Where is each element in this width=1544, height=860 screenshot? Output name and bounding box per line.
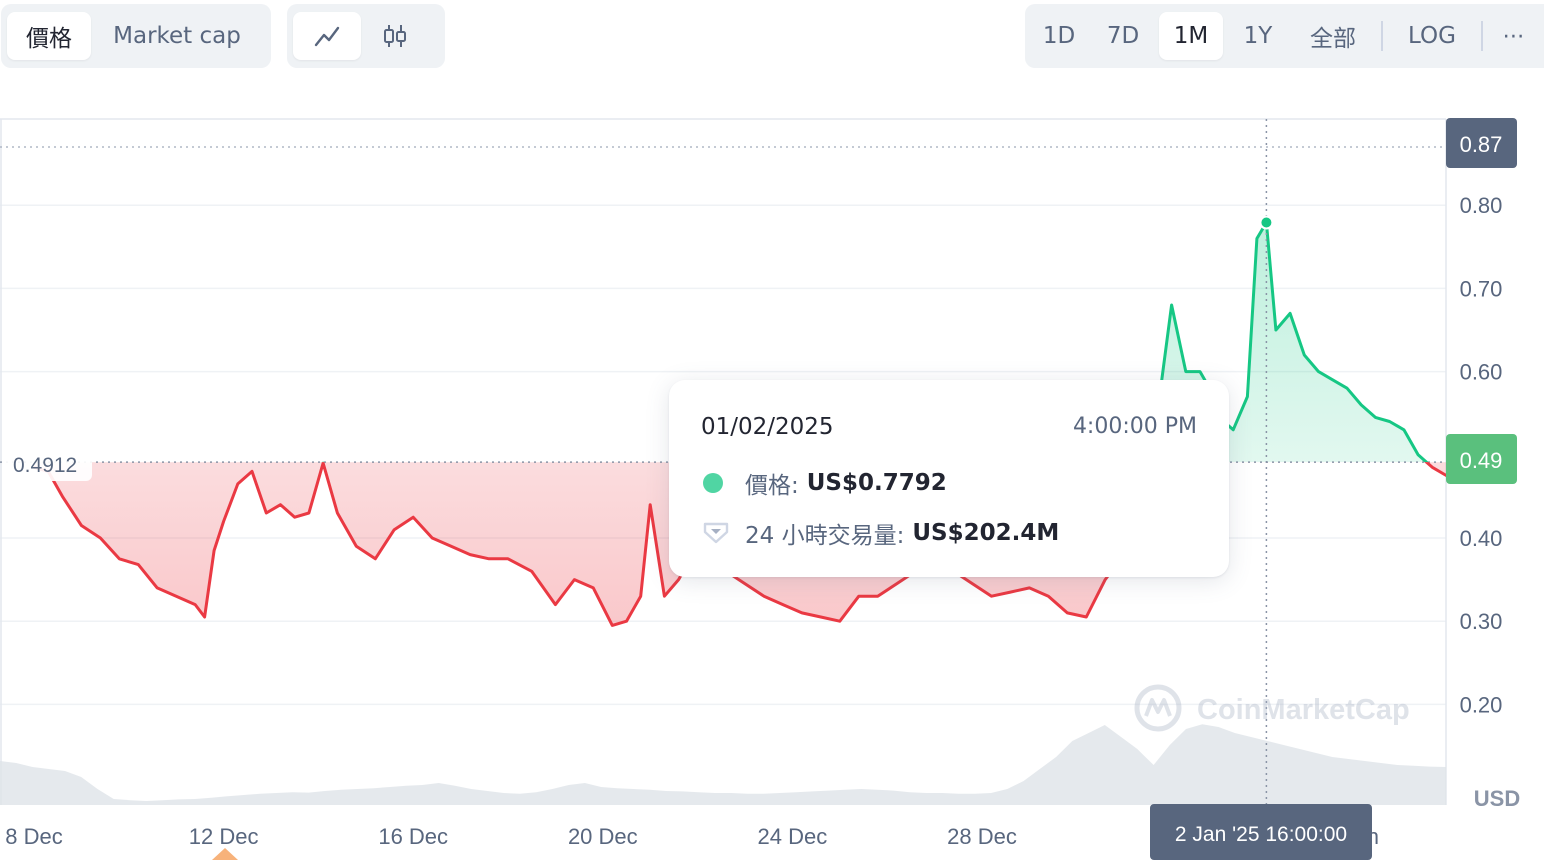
- tooltip-time: 4:00:00 PM: [1072, 414, 1197, 439]
- volume-area: [0, 724, 1446, 805]
- y-tick-label: 0.60: [1460, 360, 1503, 385]
- tooltip-volume-label: 24 小時交易量:: [745, 523, 905, 549]
- tooltip-price-label: 價格:: [745, 473, 799, 499]
- x-tick-label: 16 Dec: [378, 824, 448, 849]
- coinmarketcap-watermark: CoinMarketCap: [1134, 684, 1410, 732]
- current-price-label: 0.49: [1460, 448, 1503, 473]
- hover-point: [1259, 215, 1274, 230]
- tooltip-price-row: 價格: US$0.7792: [703, 466, 947, 500]
- x-tick-label: 20 Dec: [568, 824, 638, 849]
- event-marker-icon[interactable]: [212, 848, 238, 860]
- x-tick-label: 8 Dec: [5, 824, 62, 849]
- price-dot-icon: [703, 473, 723, 493]
- y-tick-label: 0.30: [1460, 609, 1503, 634]
- watermark-text: CoinMarketCap: [1197, 694, 1410, 726]
- tooltip-volume-row: 24 小時交易量: US$202.4M: [703, 516, 1059, 550]
- reference-price-label: 0.4912: [13, 454, 77, 477]
- y-tick-label: 0.40: [1460, 526, 1503, 551]
- tooltip-volume-value: US$202.4M: [912, 520, 1060, 546]
- y-tick-label: 0.20: [1460, 692, 1503, 717]
- y-tick-label: 0.80: [1460, 193, 1503, 218]
- volume-shield-icon: [703, 522, 729, 544]
- x-tick-label: 24 Dec: [758, 824, 828, 849]
- currency-label: USD: [1474, 786, 1520, 811]
- x-tick-label: 12 Dec: [189, 824, 259, 849]
- tooltip-price-value: US$0.7792: [806, 470, 947, 496]
- x-tick-label: 28 Dec: [947, 824, 1017, 849]
- y-tick-label: 0.70: [1460, 276, 1503, 301]
- max-price-label: 0.87: [1460, 132, 1503, 157]
- tooltip-date: 01/02/2025: [701, 414, 834, 440]
- price-tooltip: 01/02/2025 4:00:00 PM 價格: US$0.7792 24 小…: [669, 380, 1229, 577]
- crosshair-time-label: 2 Jan '25 16:00:00: [1175, 823, 1347, 846]
